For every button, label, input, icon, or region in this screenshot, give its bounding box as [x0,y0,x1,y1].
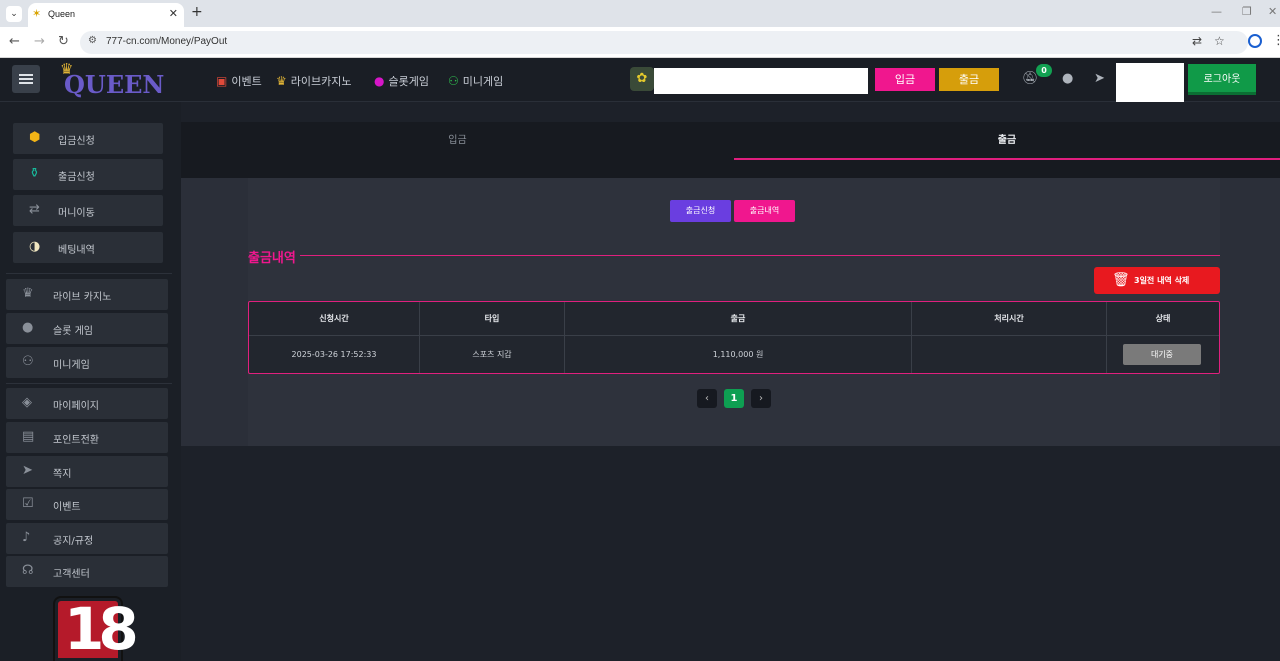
topnav-event[interactable]: ▣ 이벤트 [216,73,262,89]
age-restriction-logo: 18 [55,595,139,661]
sidebar-notice[interactable]: ♪ 공지/규정 [6,523,168,554]
pagination-prev-button[interactable]: ‹ [697,389,717,408]
sidebar-money-transfer[interactable]: ⇄ 머니이동 [13,195,163,226]
tab-spacer [181,160,1280,178]
table-header: 출금 [565,302,912,335]
sidebar-event[interactable]: ☑ 이벤트 [6,489,168,520]
delete-history-button[interactable]: 🗑︎ 3일전 내역 삭제 [1094,267,1220,294]
tab-list-chevron-icon[interactable]: ⌄ [6,6,22,22]
profile-icon[interactable] [1248,34,1262,48]
swap-icon: ⇄ [29,202,40,217]
rocket-icon[interactable]: ➤ [1094,71,1105,86]
sidebar-withdraw-request[interactable]: ⚱ 출금신청 [13,159,163,190]
sidebar: ⬢ 입금신청 ⚱ 출금신청 ⇄ 머니이동 ◑ 베팅내역 ♛ 라이브 카지노 ● … [0,102,181,661]
cell-processed-time [912,336,1107,373]
bell-icon: ♪ [22,530,31,545]
sparkle-icon: ✶ [32,7,42,20]
site-settings-icon[interactable]: ⚙ [88,35,97,46]
translate-icon[interactable]: ⇄ [1192,34,1202,48]
gamepad-icon: ⚇ [448,74,459,88]
tab-withdraw[interactable]: 출금 [734,122,1280,160]
address-bar: ← → ↻ ⚙ 777-cn.com/Money/PayOut ⇄ ☆ [0,27,1280,58]
sidebar-divider [6,383,172,384]
chat-icon: ☊ [22,563,34,578]
browser-tab[interactable]: ✶ Queen ✕ [28,3,184,27]
bookmark-star-icon[interactable]: ☆ [1214,34,1225,48]
browser-tab-bar: ⌄ ✶ Queen ✕ + — ❐ ✕ [0,0,1280,27]
sidebar-customer-center[interactable]: ☊ 고객센터 [6,556,168,587]
table-header: 신청시간 [249,302,420,335]
user-level-icon: ✿ [630,67,654,91]
logout-button[interactable]: 로그아웃 [1188,64,1256,95]
new-tab-button[interactable]: + [191,4,203,20]
crown-icon: ♛ [22,286,34,301]
withdraw-panel: 출금신청 출금내역 출금내역 🗑︎ 3일전 내역 삭제 신청시간 타입 출금 처… [248,178,1220,446]
sidebar-my-page[interactable]: ◈ 마이페이지 [6,388,168,419]
url-input[interactable]: ⚙ 777-cn.com/Money/PayOut ⇄ ☆ [80,31,1248,54]
withdraw-card: 출금신청 출금내역 출금내역 🗑︎ 3일전 내역 삭제 신청시간 타입 출금 처… [181,178,1280,446]
site-header: ♛ QUEEN ▣ 이벤트 ♛ 라이브카지노 ● 슬롯게임 ⚇ 미니게임 ✿ 입금 출금… [0,58,1280,109]
reload-icon[interactable]: ↻ [58,34,69,49]
topnav-live-casino[interactable]: ♛ 라이브카지노 [276,73,352,89]
main-content: 입금 출금 출금신청 출금내역 출금내역 🗑︎ 3일전 내역 삭제 신청시간 타… [181,102,1280,661]
sidebar-divider [6,273,172,274]
more-menu-icon[interactable]: ⋮ [1272,33,1280,48]
forward-arrow-icon[interactable]: → [34,34,45,49]
sidebar-slot-game[interactable]: ● 슬롯 게임 [6,313,168,344]
back-arrow-icon[interactable]: ← [9,34,20,49]
table-header: 타입 [420,302,565,335]
deposit-button[interactable]: 입금 [875,68,935,91]
send-icon: ➤ [22,463,33,478]
trash-icon: 🗑︎ [1112,272,1130,288]
calendar-icon: ☑ [22,496,34,511]
restore-icon[interactable]: ❐ [1242,5,1252,18]
dot-icon: ● [22,320,34,335]
cell-request-time: 2025-03-26 17:52:33 [249,336,420,373]
tab-deposit[interactable]: 입금 [181,122,734,160]
money-tabs: 입금 출금 [181,122,1280,160]
topnav-mini-game[interactable]: ⚇ 미니게임 [448,73,503,89]
user-icon[interactable]: ● [1062,71,1073,86]
sidebar-point-convert[interactable]: ▤ 포인트전환 [6,422,168,453]
sidebar-mini-game[interactable]: ⚇ 미니게임 [6,347,168,378]
dot-icon: ● [374,74,385,88]
sidebar-deposit-request[interactable]: ⬢ 입금신청 [13,123,163,154]
site-logo[interactable]: ♛ QUEEN [58,60,168,100]
table-header: 처리시간 [912,302,1107,335]
hamburger-menu-icon[interactable] [12,65,40,93]
document-icon: ▤ [22,429,35,444]
cell-type: 스포츠 지갑 [420,336,565,373]
close-icon[interactable]: ✕ [169,7,178,20]
section-title: 출금내역 [248,251,296,266]
ball-icon: ◑ [29,239,41,254]
withdraw-button[interactable]: 출금 [939,68,999,91]
url-text: 777-cn.com/Money/PayOut [106,36,228,47]
cell-amount: 1,110,000 원 [565,336,912,373]
sidebar-betting-history[interactable]: ◑ 베팅내역 [13,232,163,263]
sidebar-messages[interactable]: ➤ 쪽지 [6,456,168,487]
section-divider [300,255,1220,256]
withdraw-history-button[interactable]: 출금내역 [734,200,795,222]
pagination-page-1[interactable]: 1 [724,389,744,408]
withdraw-request-button[interactable]: 출금신청 [670,200,731,222]
withdraw-history-table: 신청시간 타입 출금 처리시간 상태 2025-03-26 17:52:33 스… [248,301,1220,374]
window-close-icon[interactable]: ✕ [1268,5,1277,18]
logo-text: QUEEN [64,70,165,99]
topnav-slot[interactable]: ● 슬롯게임 [374,73,429,89]
gamepad-icon: ⚇ [22,354,34,369]
redacted-username [654,68,868,94]
notification-count-badge: 0 [1036,64,1052,77]
gift-icon: ▣ [216,74,228,88]
bag-icon: ◈ [22,395,32,410]
crown-icon: ♛ [276,74,287,88]
minimize-icon[interactable]: — [1211,5,1222,18]
table-header: 상태 [1155,314,1171,323]
pagination-next-button[interactable]: › [751,389,771,408]
coin-icon: ⬢ [29,130,41,145]
sidebar-live-casino[interactable]: ♛ 라이브 카지노 [6,279,168,310]
bottle-icon: ⚱ [29,166,40,181]
tab-title: Queen [48,9,76,19]
status-badge: 대기중 [1123,344,1201,365]
